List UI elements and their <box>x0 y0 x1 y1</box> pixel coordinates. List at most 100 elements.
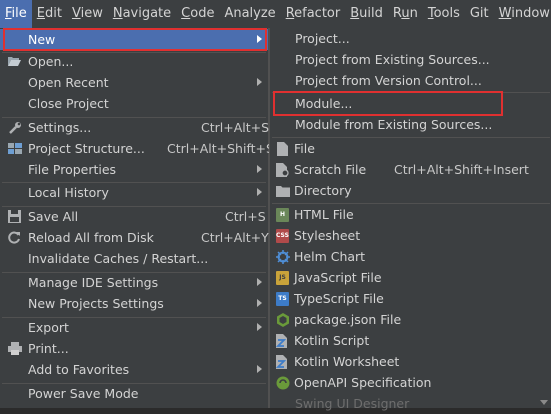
wrench-icon <box>7 120 22 135</box>
submenu-item-openapi[interactable]: OpenAPI Specification <box>270 372 551 393</box>
scratch-file-shortcut: Ctrl+Alt+Shift+Insert <box>394 162 529 177</box>
css-file-icon: CSS <box>275 228 290 243</box>
menu-item-power-save-mode[interactable]: Power Save Mode <box>0 383 268 404</box>
submenu-arrow-icon <box>257 299 262 307</box>
html-file-icon: H <box>275 207 290 222</box>
red-highlight-box-module <box>273 91 503 116</box>
submenu-item-package-json[interactable]: package.json File <box>270 309 551 330</box>
menu-item-invalidate-caches[interactable]: Invalidate Caches / Restart... <box>0 248 268 269</box>
menu-navigate[interactable]: Navigate <box>108 0 176 28</box>
submenu-item-html-file[interactable]: H HTML File <box>270 204 551 225</box>
menu-item-open-label: Open... <box>28 54 74 69</box>
folder-open-icon <box>7 54 22 69</box>
menu-analyze[interactable]: Analyze <box>219 0 280 28</box>
menu-item-manage-ide-settings-label: Manage IDE Settings <box>28 275 159 290</box>
file-menu-dropdown: New Open... Open Recent Close Project Se… <box>0 28 274 408</box>
menu-tools[interactable]: Tools <box>423 0 465 28</box>
menu-item-add-to-favorites[interactable]: Add to Favorites <box>0 359 268 380</box>
menu-code[interactable]: Code <box>176 0 219 28</box>
project-structure-shortcut: Ctrl+Alt+Shift+S <box>167 141 274 156</box>
submenu-item-project-from-vcs[interactable]: Project from Version Control... <box>270 70 551 91</box>
submenu-item-javascript-file-label: JavaScript File <box>294 270 382 285</box>
menu-item-invalidate-caches-label: Invalidate Caches / Restart... <box>28 251 209 266</box>
submenu-item-openapi-label: OpenAPI Specification <box>294 375 432 390</box>
menu-item-settings-label: Settings... <box>28 120 92 135</box>
scratch-file-icon <box>275 162 290 177</box>
submenu-item-directory-label: Directory <box>294 183 352 198</box>
submenu-item-project-from-existing[interactable]: Project from Existing Sources... <box>270 49 551 70</box>
save-icon <box>7 209 22 224</box>
helm-icon <box>275 249 290 264</box>
menu-item-new-projects-settings-label: New Projects Settings <box>28 296 164 311</box>
submenu-item-project-label: Project... <box>295 31 350 46</box>
submenu-item-file[interactable]: File <box>270 138 551 159</box>
submenu-item-directory[interactable]: Directory <box>270 180 551 201</box>
menu-item-export[interactable]: Export <box>0 317 268 338</box>
submenu-item-project-from-vcs-label: Project from Version Control... <box>295 73 482 88</box>
menu-item-open[interactable]: Open... <box>0 51 268 72</box>
submenu-item-project-from-existing-label: Project from Existing Sources... <box>295 52 490 67</box>
submenu-item-file-label: File <box>294 141 315 156</box>
submenu-item-project[interactable]: Project... <box>270 28 551 49</box>
submenu-item-stylesheet[interactable]: CSS Stylesheet <box>270 225 551 246</box>
menu-item-close-project[interactable]: Close Project <box>0 93 268 114</box>
menu-build[interactable]: Build <box>345 0 388 28</box>
menu-window[interactable]: Window <box>494 0 551 28</box>
menu-item-close-project-label: Close Project <box>28 96 109 111</box>
javascript-file-icon: JS <box>275 270 290 285</box>
menu-git[interactable]: Git <box>465 0 494 28</box>
menu-item-settings[interactable]: Settings... Ctrl+Alt+S <box>0 117 269 138</box>
menu-item-save-all-label: Save All <box>28 209 79 224</box>
reload-shortcut: Ctrl+Alt+Y <box>201 230 269 245</box>
submenu-item-javascript-file[interactable]: JS JavaScript File <box>270 267 551 288</box>
submenu-item-kotlin-worksheet[interactable]: Kotlin Worksheet <box>270 351 551 372</box>
submenu-item-scratch-file-label: Scratch File <box>294 162 367 177</box>
menu-refactor[interactable]: Refactor <box>281 0 346 28</box>
openapi-icon <box>275 375 290 390</box>
submenu-item-typescript-file-label: TypeScript File <box>294 291 384 306</box>
menu-item-open-recent[interactable]: Open Recent <box>0 72 268 93</box>
menu-item-export-label: Export <box>28 320 69 335</box>
menu-item-print[interactable]: Print... <box>0 338 268 359</box>
menu-item-save-all[interactable]: Save All Ctrl+S <box>0 206 268 227</box>
submenu-item-swing-ui-designer-label: Swing UI Designer <box>295 396 410 411</box>
kotlin-script-icon <box>275 333 290 348</box>
menu-item-manage-ide-settings[interactable]: Manage IDE Settings <box>0 272 268 293</box>
menu-item-file-properties[interactable]: File Properties <box>0 159 268 180</box>
submenu-item-typescript-file[interactable]: TS TypeScript File <box>270 288 551 309</box>
menu-item-open-recent-label: Open Recent <box>28 75 109 90</box>
submenu-item-module-from-existing-label: Module from Existing Sources... <box>295 117 493 132</box>
submenu-item-module-from-existing[interactable]: Module from Existing Sources... <box>270 114 551 135</box>
refresh-icon <box>7 230 22 245</box>
menu-edit[interactable]: Edit <box>32 0 67 28</box>
submenu-item-scratch-file[interactable]: Scratch File Ctrl+Alt+Shift+Insert <box>270 159 551 180</box>
submenu-arrow-icon <box>257 365 262 373</box>
folder-icon <box>275 183 290 198</box>
menu-item-reload[interactable]: Reload All from Disk Ctrl+Alt+Y <box>0 227 269 248</box>
submenu-item-kotlin-script[interactable]: Kotlin Script <box>270 330 551 351</box>
submenu-item-swing-ui-designer[interactable]: Swing UI Designer <box>270 393 551 414</box>
menu-item-project-structure[interactable]: Project Structure... Ctrl+Alt+Shift+S <box>0 138 274 159</box>
menu-view[interactable]: View <box>67 0 108 28</box>
menu-run[interactable]: Run <box>388 0 423 28</box>
submenu-item-helm-chart[interactable]: Helm Chart <box>270 246 551 267</box>
menu-item-new-projects-settings[interactable]: New Projects Settings <box>0 293 268 314</box>
project-structure-icon <box>7 141 22 156</box>
file-icon <box>275 141 290 156</box>
menu-item-reload-label: Reload All from Disk <box>28 230 154 245</box>
scroll-down-arrow-icon[interactable] <box>540 400 548 405</box>
submenu-arrow-icon <box>257 278 262 286</box>
kotlin-worksheet-icon <box>275 354 290 369</box>
menu-item-project-structure-label: Project Structure... <box>28 141 145 156</box>
menu-item-local-history[interactable]: Local History <box>0 182 268 203</box>
submenu-arrow-icon <box>257 165 262 173</box>
submenu-arrow-icon <box>257 323 262 331</box>
menu-file[interactable]: File <box>0 0 32 28</box>
save-all-shortcut: Ctrl+S <box>225 209 266 224</box>
submenu-item-stylesheet-label: Stylesheet <box>294 228 361 243</box>
menu-bar: File Edit View Navigate Code Analyze Ref… <box>0 0 551 28</box>
menu-item-local-history-label: Local History <box>28 185 109 200</box>
submenu-arrow-icon <box>257 78 262 86</box>
menu-item-power-save-mode-label: Power Save Mode <box>28 386 139 401</box>
red-highlight-box-new <box>3 28 267 51</box>
